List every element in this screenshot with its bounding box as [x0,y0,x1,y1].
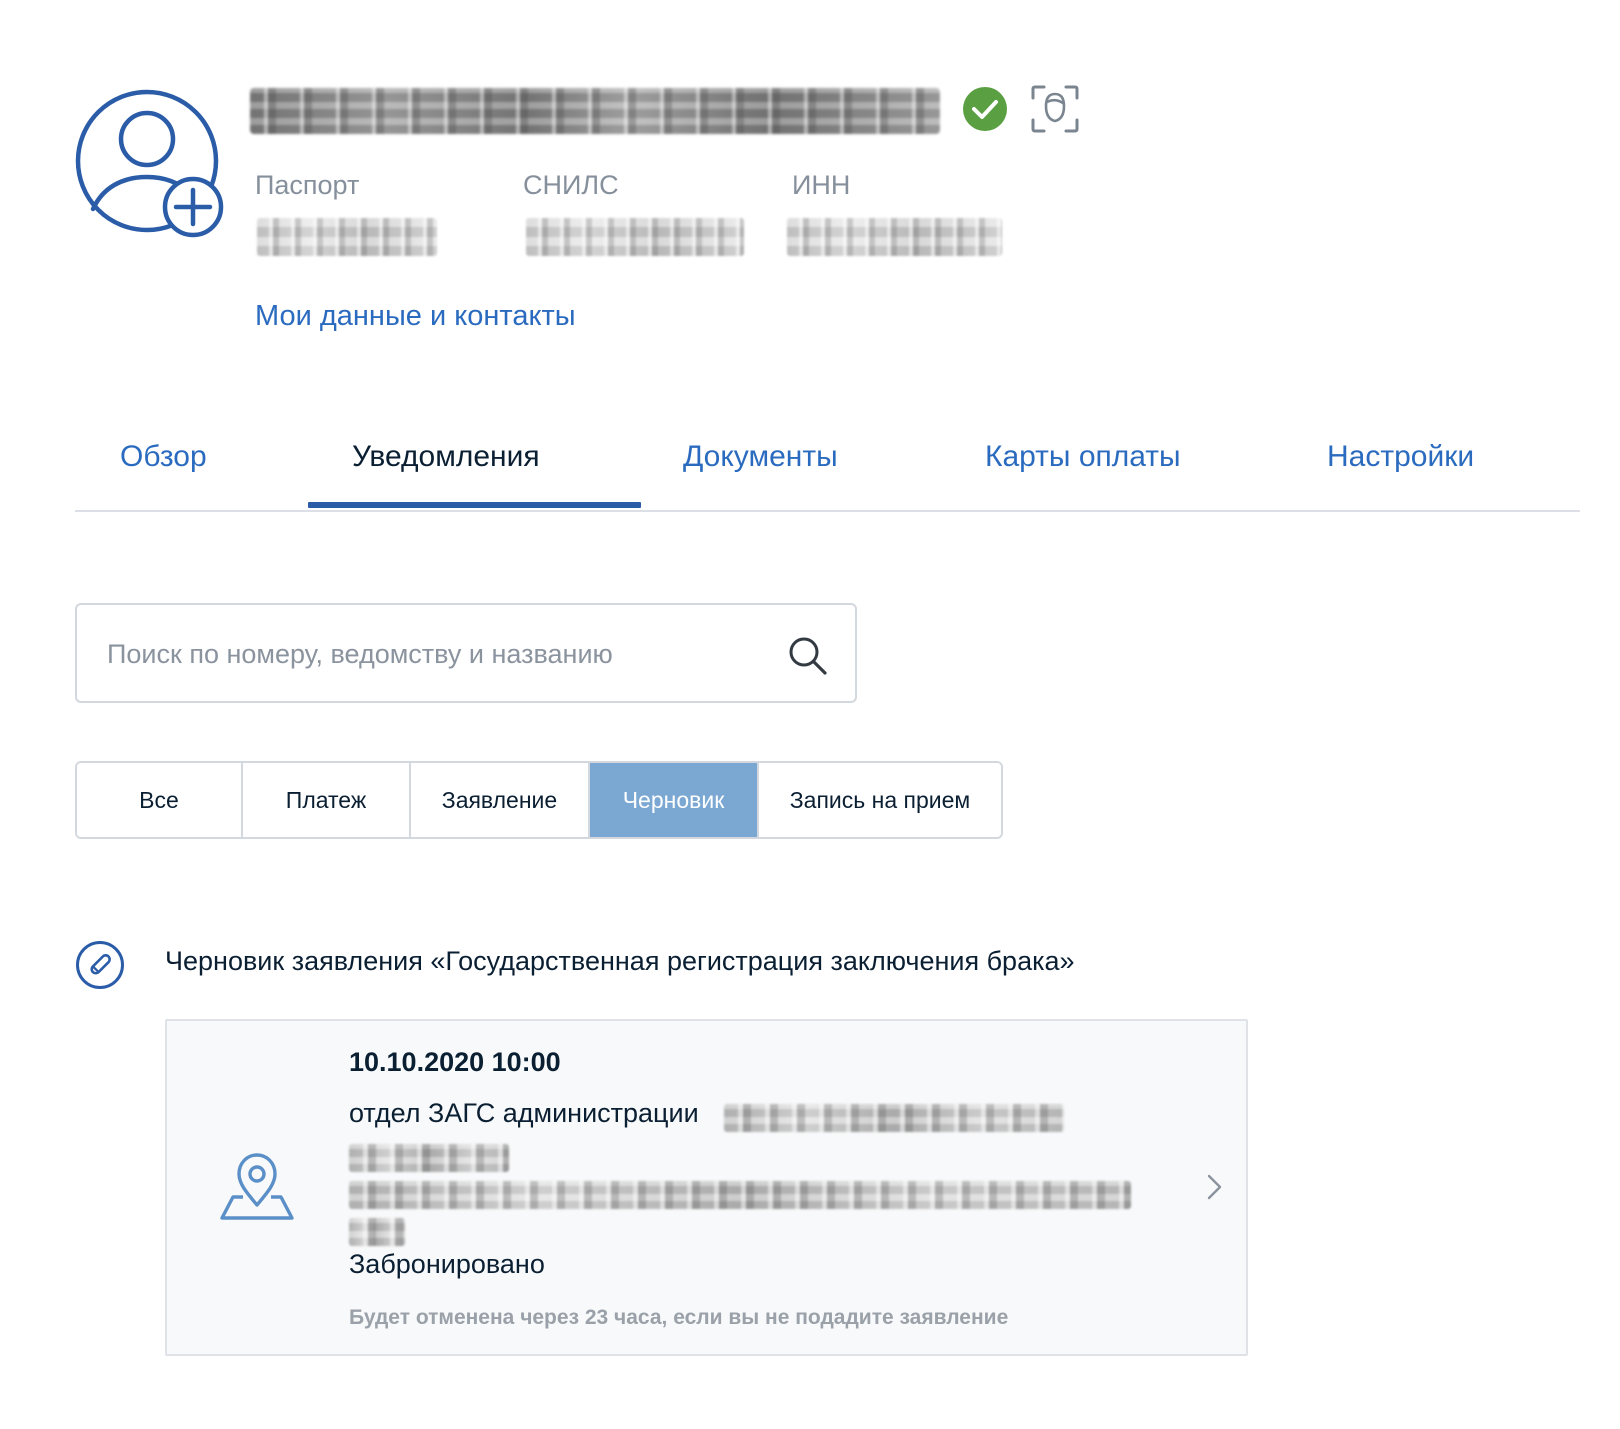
chevron-right-icon[interactable] [1203,1172,1225,1202]
filter-application-button[interactable]: Заявление [411,763,590,837]
filter-all-button[interactable]: Все [77,763,243,837]
search-icon[interactable] [787,635,829,677]
my-data-contacts-link[interactable]: Мои данные и контакты [255,300,576,333]
map-pin-icon [220,1153,294,1220]
appointment-datetime: 10.10.2020 10:00 [349,1047,561,1077]
passport-value-redacted [257,218,437,256]
appointment-organization: отдел ЗАГС администрации [349,1098,699,1128]
active-tab-indicator [308,502,641,508]
appointment-card[interactable]: 10.10.2020 10:00 отдел ЗАГС администраци… [165,1019,1248,1356]
user-full-name-redacted [250,88,940,134]
tab-payment-cards[interactable]: Карты оплаты [985,440,1181,474]
cancellation-note: Будет отменена через 23 часа, если вы не… [349,1306,1009,1329]
tab-notifications[interactable]: Уведомления [352,440,540,474]
draft-pencil-icon [76,941,124,989]
filter-appointment-button[interactable]: Запись на прием [759,763,1001,837]
search-box [75,603,857,703]
snils-label: СНИЛС [523,170,619,200]
address-redacted [349,1181,1131,1209]
notification-type-filter: Все Платеж Заявление Черновик Запись на … [75,761,1003,839]
tab-documents[interactable]: Документы [683,440,838,474]
search-input[interactable] [107,629,747,679]
address-redacted [349,1218,405,1246]
verified-check-icon [963,87,1007,131]
passport-label: Паспорт [255,170,360,200]
filter-draft-button[interactable]: Черновик [590,763,759,837]
notification-title[interactable]: Черновик заявления «Государственная реги… [165,946,1075,977]
inn-value-redacted [787,218,1002,256]
organization-name-redacted [349,1144,509,1172]
snils-value-redacted [526,218,744,256]
tab-bar: Обзор Уведомления Документы Карты оплаты… [75,420,1580,512]
avatar-add-icon[interactable] [75,89,227,241]
tab-overview[interactable]: Обзор [120,440,207,474]
tab-settings[interactable]: Настройки [1327,440,1474,474]
inn-label: ИНН [792,170,851,200]
organization-name-redacted [724,1104,1064,1132]
appointment-status: Забронировано [349,1249,545,1279]
face-id-icon[interactable] [1030,84,1080,134]
filter-payment-button[interactable]: Платеж [243,763,411,837]
